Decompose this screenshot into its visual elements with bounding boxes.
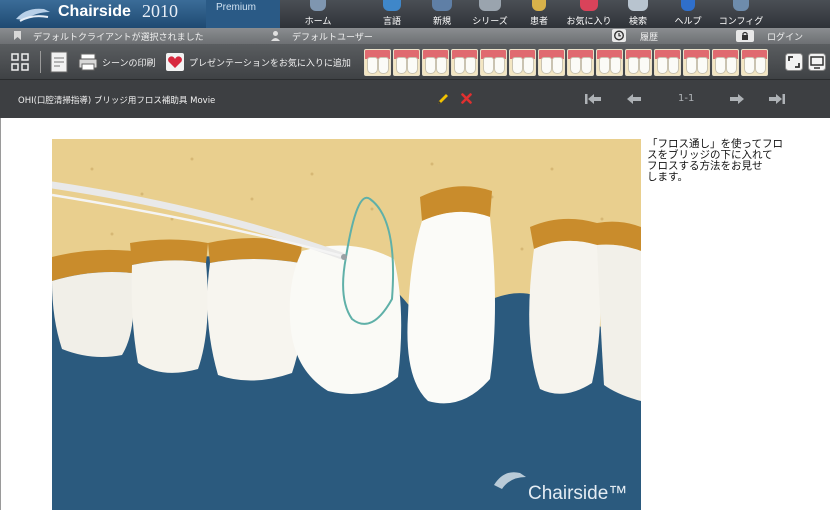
top-navigation-bar: Chairside 2010 Premium ホーム 言語 新規 シリーズ 患者…	[0, 0, 830, 28]
lock-icon	[736, 30, 754, 42]
nav-new-label: 新規	[432, 17, 451, 27]
nav-favorites-label: お気に入り	[566, 17, 612, 27]
content-left-border	[0, 118, 1, 510]
brand-name: Chairside	[58, 3, 131, 20]
bookmark-icon	[14, 31, 21, 40]
nav-config-label: コンフィグ	[718, 17, 764, 27]
scene-thumbnail[interactable]	[422, 49, 449, 76]
pencil-icon[interactable]	[436, 92, 450, 106]
scene-toolbar: シーンの印刷 プレゼンテーションをお気に入りに追加	[0, 44, 830, 80]
scene-thumbnail[interactable]	[364, 49, 391, 76]
search-icon	[628, 0, 648, 11]
scene-thumbnail[interactable]	[596, 49, 623, 76]
scene-header: OHI(口腔清掃指導) ブリッジ用フロス補助具 Movie 1-1	[0, 80, 830, 118]
brand-year: 2010	[142, 1, 178, 21]
scene-thumbnail[interactable]	[654, 49, 681, 76]
chairside-logo-icon	[16, 8, 50, 22]
client-status[interactable]: デフォルトクライアントが選択されました	[33, 30, 204, 43]
nav-home[interactable]: ホーム	[292, 0, 344, 28]
status-bar: デフォルトクライアントが選択されました デフォルトユーザー 履歴 ログイン	[0, 28, 830, 44]
history-link[interactable]: 履歴	[640, 30, 658, 43]
scene-thumbnail[interactable]	[683, 49, 710, 76]
previous-page-icon[interactable]	[626, 93, 642, 105]
toolbar-divider	[40, 51, 41, 73]
nav-language-label: 言語	[382, 17, 401, 27]
globe-icon	[383, 0, 401, 11]
scene-title: OHI(口腔清掃指導) ブリッジ用フロス補助具 Movie	[18, 96, 216, 106]
nav-patient-label: 患者	[529, 17, 548, 27]
patient-icon	[532, 0, 546, 11]
scene-thumbnail[interactable]	[451, 49, 478, 76]
nav-language[interactable]: 言語	[366, 0, 418, 28]
add-presentation-favorite-button[interactable]: プレゼンテーションをお気に入りに追加	[189, 56, 351, 69]
document-icon[interactable]	[50, 51, 68, 73]
print-scene-button[interactable]: シーンの印刷	[102, 56, 156, 69]
scene-thumbnail[interactable]	[567, 49, 594, 76]
scene-thumbnail[interactable]	[509, 49, 536, 76]
last-page-icon[interactable]	[768, 93, 786, 105]
scene-thumbnail[interactable]	[741, 49, 768, 76]
heart-icon	[580, 0, 598, 11]
nav-home-label: ホーム	[304, 17, 332, 27]
nav-favorites[interactable]: お気に入り	[563, 0, 615, 28]
login-link[interactable]: ログイン	[767, 30, 803, 43]
nav-series-label: シリーズ	[472, 17, 508, 27]
next-page-icon[interactable]	[729, 93, 745, 105]
new-icon	[432, 0, 452, 11]
film-icon	[479, 0, 501, 11]
scene-thumbnail[interactable]	[480, 49, 507, 76]
first-page-icon[interactable]	[584, 93, 602, 105]
nav-search[interactable]: 検索	[612, 0, 664, 28]
collapse-icon[interactable]	[10, 52, 30, 72]
nav-new[interactable]: 新規	[416, 0, 468, 28]
scene-thumbnail[interactable]	[712, 49, 739, 76]
printer-icon[interactable]	[78, 53, 98, 71]
description-line: します。	[647, 171, 688, 183]
help-icon	[681, 0, 695, 11]
dental-chair-icon	[310, 0, 326, 11]
bridge-floss-illustration: Chairside™	[52, 139, 641, 510]
nav-help[interactable]: ヘルプ	[662, 0, 714, 28]
scene-thumbnail[interactable]	[625, 49, 652, 76]
page-indicator: 1-1	[678, 93, 695, 104]
edition-label: Premium	[206, 0, 280, 28]
nav-help-label: ヘルプ	[674, 17, 702, 27]
scene-description: 「フロス通し」を使ってフロ スをブリッジの下に入れて フロスする方法をお見せ し…	[647, 139, 783, 183]
brand-logo: Chairside 2010 Premium	[0, 0, 280, 28]
user-status[interactable]: デフォルトユーザー	[292, 30, 373, 43]
scene-thumbnail[interactable]	[538, 49, 565, 76]
delete-icon[interactable]	[461, 93, 472, 104]
fullscreen-icon[interactable]	[785, 53, 803, 71]
gear-icon	[733, 0, 749, 11]
heart-icon[interactable]	[166, 53, 184, 71]
scene-thumbnail[interactable]	[393, 49, 420, 76]
watermark-text: Chairside™	[528, 483, 627, 504]
app-window: Chairside 2010 Premium ホーム 言語 新規 シリーズ 患者…	[0, 0, 830, 510]
nav-patient[interactable]: 患者	[513, 0, 565, 28]
nav-series[interactable]: シリーズ	[464, 0, 516, 28]
clock-icon	[612, 29, 626, 42]
nav-search-label: 検索	[628, 17, 647, 27]
user-icon	[271, 31, 280, 41]
scene-video[interactable]: Chairside™	[52, 139, 641, 510]
present-icon[interactable]	[808, 53, 826, 71]
nav-config[interactable]: コンフィグ	[715, 0, 767, 28]
